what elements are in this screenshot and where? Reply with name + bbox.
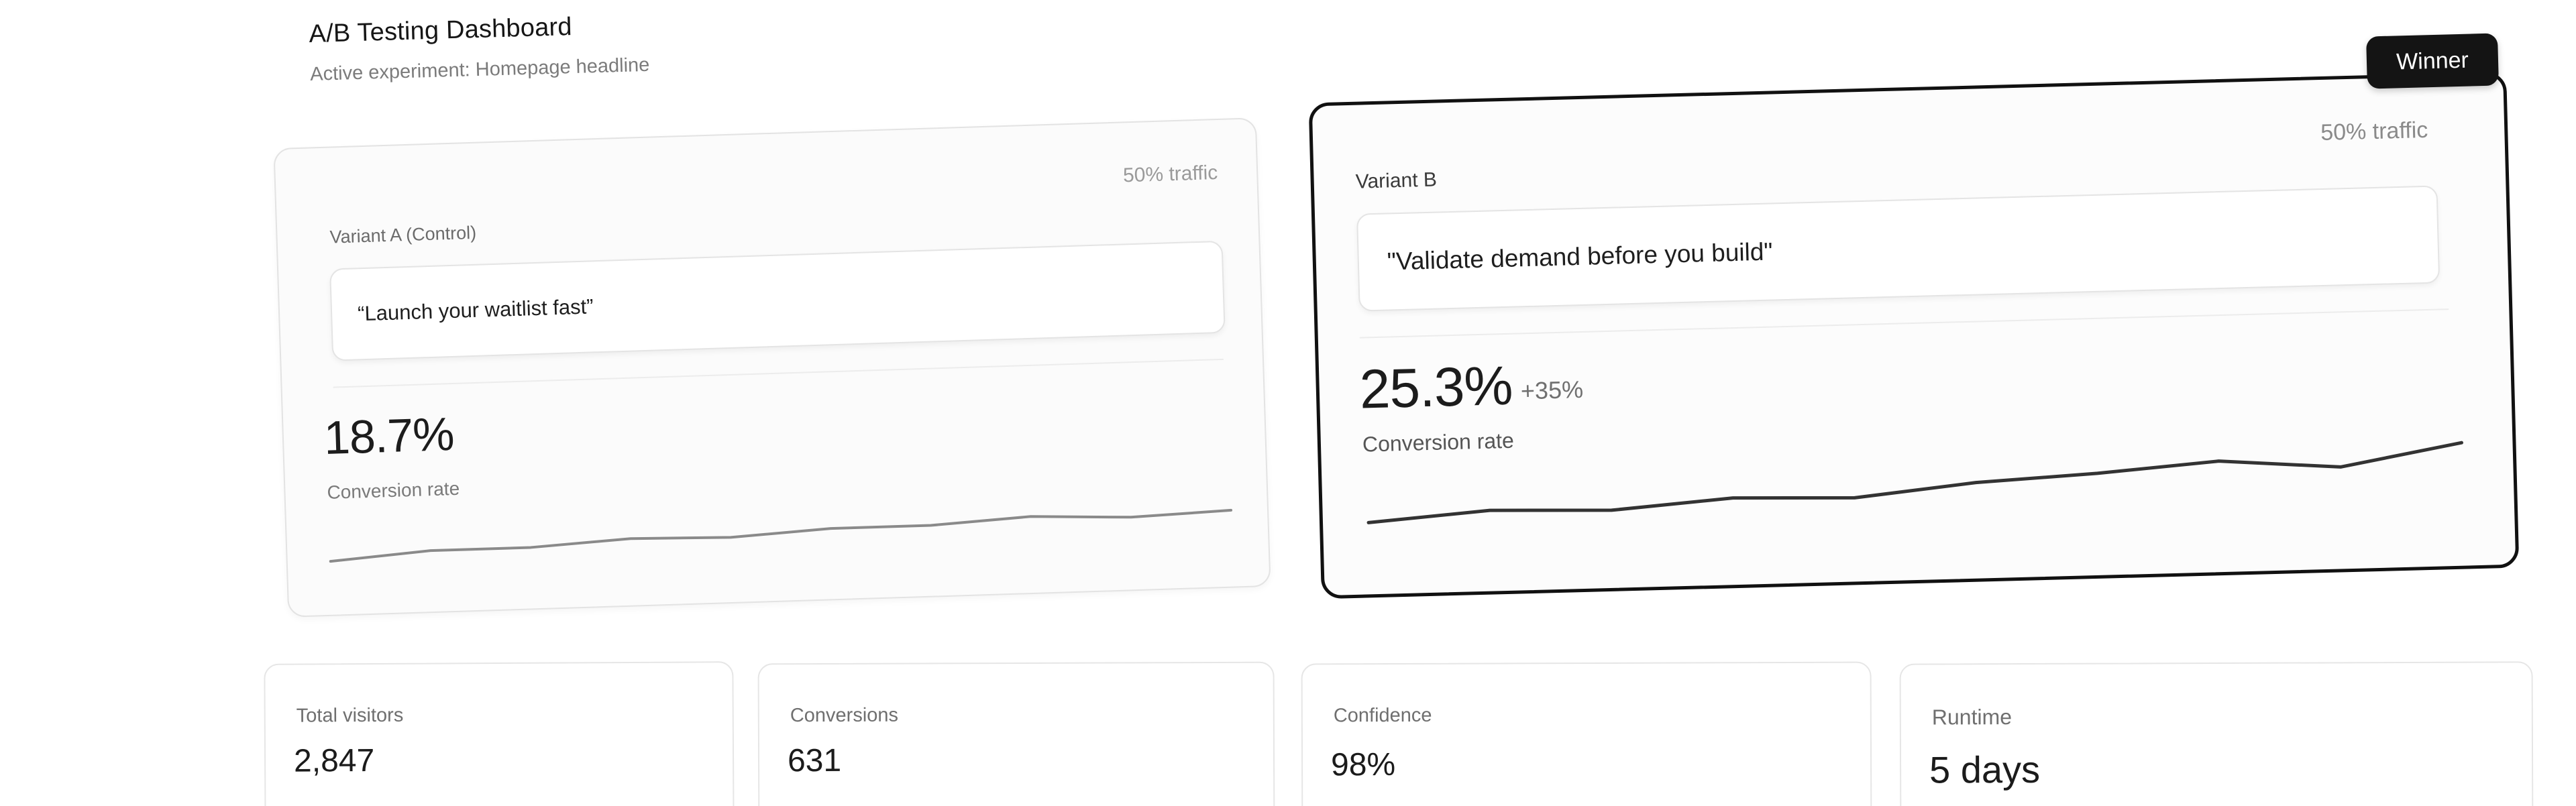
- headline-preview: "Validate demand before you build": [1356, 185, 2440, 312]
- traffic-split: 50% traffic: [1122, 162, 1218, 187]
- conversion-rate-label: Conversion rate: [327, 477, 460, 503]
- conversion-rate: 25.3%: [1358, 355, 1513, 420]
- stat-card-conversions: Conversions 631: [757, 661, 1275, 806]
- traffic-split: 50% traffic: [2320, 117, 2428, 146]
- page-header: A/B Testing Dashboard Active experiment:…: [309, 11, 650, 86]
- conversion-rate-label: Conversion rate: [1362, 428, 1515, 457]
- sparkline-line: [329, 508, 1233, 563]
- conversion-rate: 18.7%: [323, 407, 455, 465]
- stat-label: Total visitors: [296, 704, 404, 727]
- winner-badge: Winner: [2366, 33, 2499, 89]
- page-title: A/B Testing Dashboard: [309, 13, 573, 48]
- variant-label: Variant B: [1355, 168, 1438, 193]
- stat-card-total-visitors: Total visitors 2,847: [264, 661, 735, 806]
- variant-label: Variant A (Control): [329, 222, 477, 247]
- divider: [333, 358, 1224, 388]
- headline-preview: “Launch your waitlist fast”: [329, 240, 1226, 361]
- sparkline-line: [1366, 441, 2463, 524]
- stat-card-runtime: Runtime 5 days: [1899, 661, 2534, 806]
- variant-b-card[interactable]: Variant B 50% traffic "Validate demand b…: [1308, 71, 2520, 599]
- variant-a-card[interactable]: Variant A (Control) 50% traffic “Launch …: [273, 117, 1271, 618]
- stat-card-confidence: Confidence 98%: [1301, 661, 1872, 806]
- stat-value: 5 days: [1929, 748, 2041, 791]
- experiment-subtitle: Active experiment: Homepage headline: [309, 54, 650, 85]
- conversion-lift: +35%: [1520, 375, 1584, 405]
- dashboard-page: A/B Testing Dashboard Active experiment:…: [0, 0, 2576, 806]
- stat-label: Conversions: [790, 704, 899, 727]
- conversion-sparkline: [1366, 441, 2463, 524]
- stat-label: Confidence: [1333, 704, 1432, 727]
- stat-label: Runtime: [1931, 705, 2012, 730]
- stat-value: 98%: [1330, 746, 1396, 783]
- stat-value: 2,847: [293, 742, 375, 779]
- conversion-sparkline: [329, 508, 1233, 563]
- stat-value: 631: [787, 742, 842, 779]
- divider: [1359, 308, 2449, 339]
